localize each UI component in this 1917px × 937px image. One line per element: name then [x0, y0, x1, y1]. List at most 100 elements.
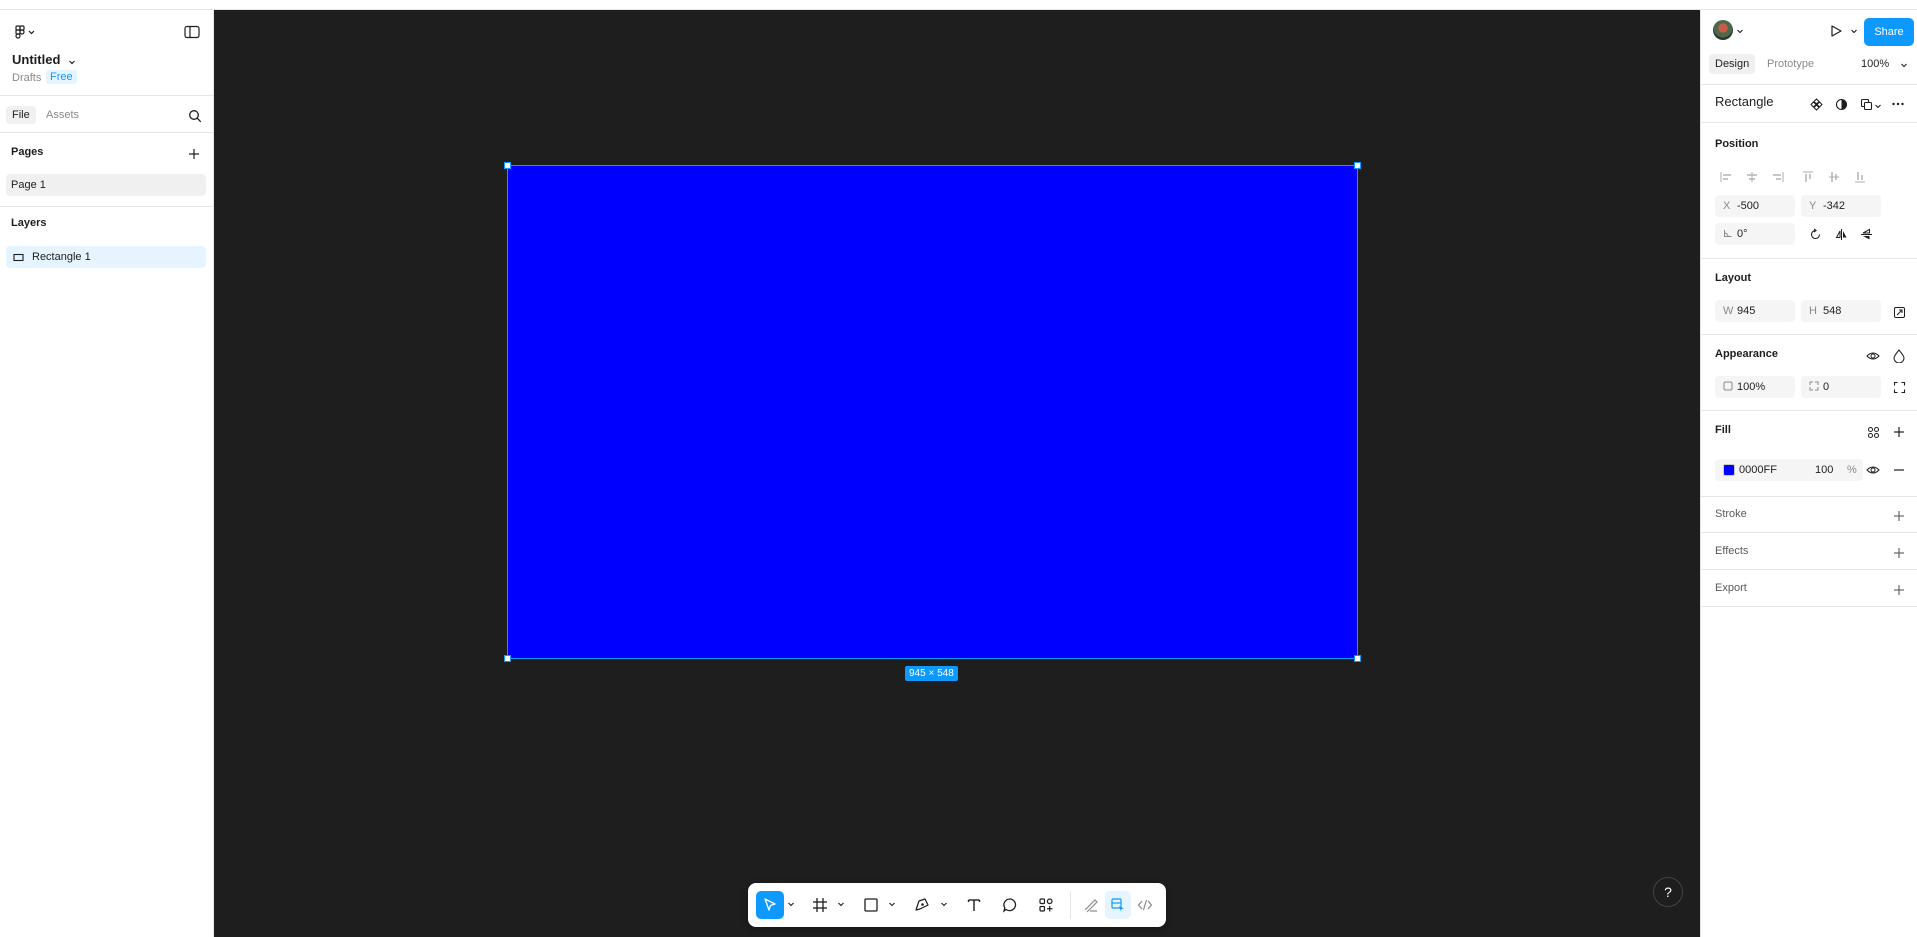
mask-icon[interactable] — [1833, 96, 1849, 112]
layer-label: Rectangle 1 — [32, 251, 91, 263]
resize-handle-top-right[interactable] — [1354, 162, 1361, 169]
frame-tool-button[interactable] — [806, 891, 834, 919]
w-label: W — [1723, 305, 1734, 317]
rectangle-tool-button[interactable] — [857, 891, 885, 919]
flip-horizontal-icon[interactable] — [1833, 226, 1849, 242]
tab-assets[interactable]: Assets — [40, 106, 85, 124]
opacity-field[interactable]: 100% — [1715, 376, 1795, 398]
y-position-field[interactable]: Y -342 — [1801, 195, 1881, 217]
actions-tool-button[interactable] — [1032, 891, 1060, 919]
zoom-level[interactable]: 100% — [1861, 58, 1889, 70]
chevron-down-icon[interactable] — [1735, 26, 1745, 36]
tab-design[interactable]: Design — [1709, 54, 1756, 74]
eye-icon[interactable] — [1865, 348, 1881, 364]
resize-handle-bottom-right[interactable] — [1354, 655, 1361, 662]
fill-opacity[interactable]: 100 — [1815, 464, 1833, 476]
plan-badge[interactable]: Free — [46, 70, 77, 84]
divider — [1701, 334, 1917, 335]
y-label: Y — [1809, 200, 1817, 212]
constrain-proportions-icon[interactable] — [1891, 304, 1907, 320]
page-item-1[interactable]: Page 1 — [6, 174, 206, 196]
plus-icon — [1894, 548, 1904, 558]
x-value: -500 — [1737, 200, 1760, 212]
resize-handle-top-left[interactable] — [504, 162, 511, 169]
stroke-heading: Stroke — [1715, 508, 1747, 520]
chevron-down-icon[interactable] — [1899, 60, 1909, 70]
height-field[interactable]: H 548 — [1801, 300, 1881, 322]
chevron-down-icon[interactable] — [836, 899, 846, 909]
move-tool-button[interactable] — [756, 891, 784, 919]
right-panel: Share Design Prototype 100% Rectangle Po… — [1700, 10, 1917, 937]
align-center-horizontal-icon[interactable] — [1743, 168, 1761, 186]
fill-swatch[interactable] — [1723, 464, 1735, 476]
search-icon[interactable] — [186, 107, 204, 125]
main-menu-button[interactable] — [10, 22, 40, 42]
resize-handle-bottom-left[interactable] — [504, 655, 511, 662]
eye-icon[interactable] — [1865, 462, 1881, 478]
chevron-down-icon[interactable] — [1873, 98, 1883, 114]
figma-logo-icon — [15, 25, 35, 39]
design-mode-button[interactable] — [1105, 891, 1131, 919]
align-bottom-icon[interactable] — [1851, 168, 1869, 186]
blend-mode-icon[interactable] — [1891, 348, 1907, 364]
create-component-icon[interactable] — [1808, 96, 1824, 112]
rectangle-icon — [864, 898, 878, 912]
y-value: -342 — [1823, 200, 1846, 212]
more-options-icon[interactable] — [1890, 96, 1906, 112]
draw-mode-button[interactable] — [1078, 891, 1104, 919]
actions-icon — [1039, 898, 1053, 912]
breadcrumb-drafts[interactable]: Drafts — [12, 72, 41, 84]
align-top-icon[interactable] — [1799, 168, 1817, 186]
comment-icon — [1002, 898, 1017, 913]
width-field[interactable]: W 945 — [1715, 300, 1795, 322]
chevron-down-icon[interactable] — [887, 899, 897, 909]
share-button[interactable]: Share — [1864, 18, 1914, 46]
remove-fill-button[interactable] — [1891, 462, 1907, 478]
comment-tool-button[interactable] — [996, 891, 1024, 919]
align-left-icon[interactable] — [1717, 168, 1735, 186]
chevron-down-icon[interactable] — [1849, 26, 1859, 36]
independent-corners-icon[interactable] — [1891, 379, 1907, 395]
divider — [1701, 606, 1917, 607]
selection-title: Rectangle — [1715, 94, 1774, 109]
chevron-down-icon[interactable] — [66, 56, 78, 68]
canvas[interactable]: 945 × 548 — [214, 10, 1700, 937]
corner-radius-field[interactable]: 0 — [1801, 376, 1881, 398]
flip-vertical-icon[interactable] — [1858, 226, 1874, 242]
style-library-icon[interactable] — [1865, 424, 1881, 440]
align-right-icon[interactable] — [1769, 168, 1787, 186]
rotate-90-icon[interactable] — [1807, 226, 1823, 242]
layer-item-rectangle-1[interactable]: Rectangle 1 — [6, 246, 206, 268]
tab-prototype[interactable]: Prototype — [1761, 54, 1820, 74]
x-position-field[interactable]: X -500 — [1715, 195, 1795, 217]
file-title[interactable]: Untitled — [12, 52, 60, 67]
present-button[interactable] — [1827, 22, 1845, 40]
add-fill-button[interactable] — [1891, 424, 1907, 440]
chevron-down-icon[interactable] — [786, 899, 796, 909]
align-middle-icon[interactable] — [1825, 168, 1843, 186]
tab-file[interactable]: File — [6, 106, 36, 124]
h-value: 548 — [1823, 305, 1842, 317]
chevron-down-icon[interactable] — [939, 899, 949, 909]
sidebar-icon — [184, 25, 200, 39]
divider — [1701, 496, 1917, 497]
divider — [1701, 410, 1917, 411]
position-heading: Position — [1715, 138, 1759, 150]
rectangle-1-shape[interactable] — [507, 165, 1358, 659]
add-export-button[interactable] — [1891, 582, 1907, 598]
toggle-sidebar-button[interactable] — [182, 22, 202, 42]
help-button[interactable]: ? — [1653, 877, 1683, 907]
pen-tool-button[interactable] — [908, 891, 936, 919]
add-effect-button[interactable] — [1891, 545, 1907, 561]
dev-mode-button[interactable] — [1132, 891, 1158, 919]
add-page-button[interactable] — [185, 145, 203, 163]
rotation-field[interactable]: 0° — [1715, 223, 1795, 245]
divider — [1701, 258, 1917, 259]
text-icon — [967, 899, 981, 911]
add-stroke-button[interactable] — [1891, 508, 1907, 524]
fill-hex[interactable]: 0000FF — [1739, 464, 1777, 476]
text-tool-button[interactable] — [960, 891, 988, 919]
avatar[interactable] — [1713, 20, 1733, 40]
boolean-operations-icon[interactable] — [1858, 96, 1874, 112]
fill-color-field[interactable]: 0000FF 100 % — [1715, 459, 1863, 481]
